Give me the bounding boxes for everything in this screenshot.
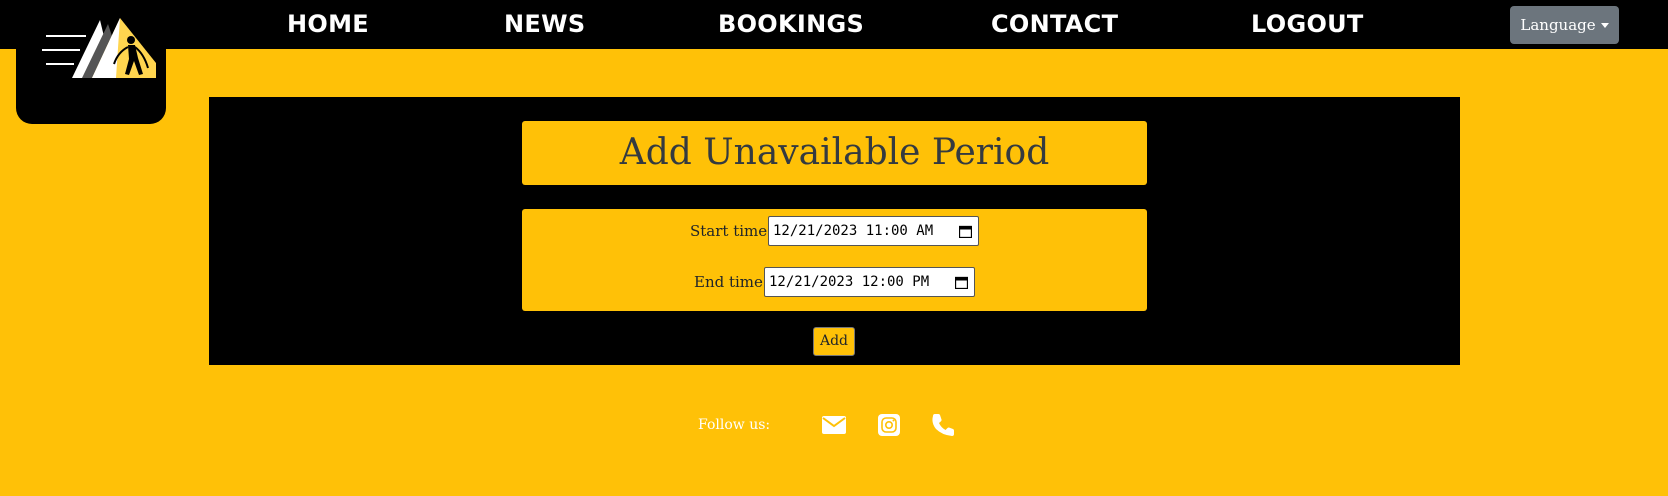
logo[interactable] xyxy=(16,0,166,124)
nav-home[interactable]: HOME xyxy=(287,9,369,39)
end-time-input[interactable]: 12/21/2023 12:00 PM xyxy=(764,267,975,297)
start-time-input[interactable]: 12/21/2023 11:00 AM xyxy=(768,216,979,246)
start-time-value: 12/21/2023 11:00 AM xyxy=(773,223,934,239)
caret-down-icon xyxy=(1600,23,1609,28)
language-dropdown-button[interactable]: Language xyxy=(1510,6,1619,44)
follow-us-label: Follow us: xyxy=(698,417,771,433)
nav-news[interactable]: NEWS xyxy=(504,9,585,39)
calendar-icon[interactable] xyxy=(959,225,972,238)
start-time-label: Start time: xyxy=(690,222,773,240)
nav-bookings[interactable]: BOOKINGS xyxy=(718,9,864,39)
period-form: Start time: 12/21/2023 11:00 AM End time… xyxy=(522,209,1147,311)
envelope-icon[interactable] xyxy=(822,415,846,435)
end-time-label: End time: xyxy=(694,273,768,291)
phone-icon[interactable] xyxy=(932,413,956,437)
logo-icon xyxy=(42,18,156,78)
add-button[interactable]: Add xyxy=(813,327,855,356)
nav-logout[interactable]: LOGOUT xyxy=(1251,9,1364,39)
nav-contact[interactable]: CONTACT xyxy=(991,9,1118,39)
end-time-value: 12/21/2023 12:00 PM xyxy=(769,274,930,290)
page-title: Add Unavailable Period xyxy=(522,121,1147,185)
calendar-icon[interactable] xyxy=(955,276,968,289)
language-label: Language xyxy=(1520,16,1596,34)
instagram-icon[interactable] xyxy=(878,414,900,436)
